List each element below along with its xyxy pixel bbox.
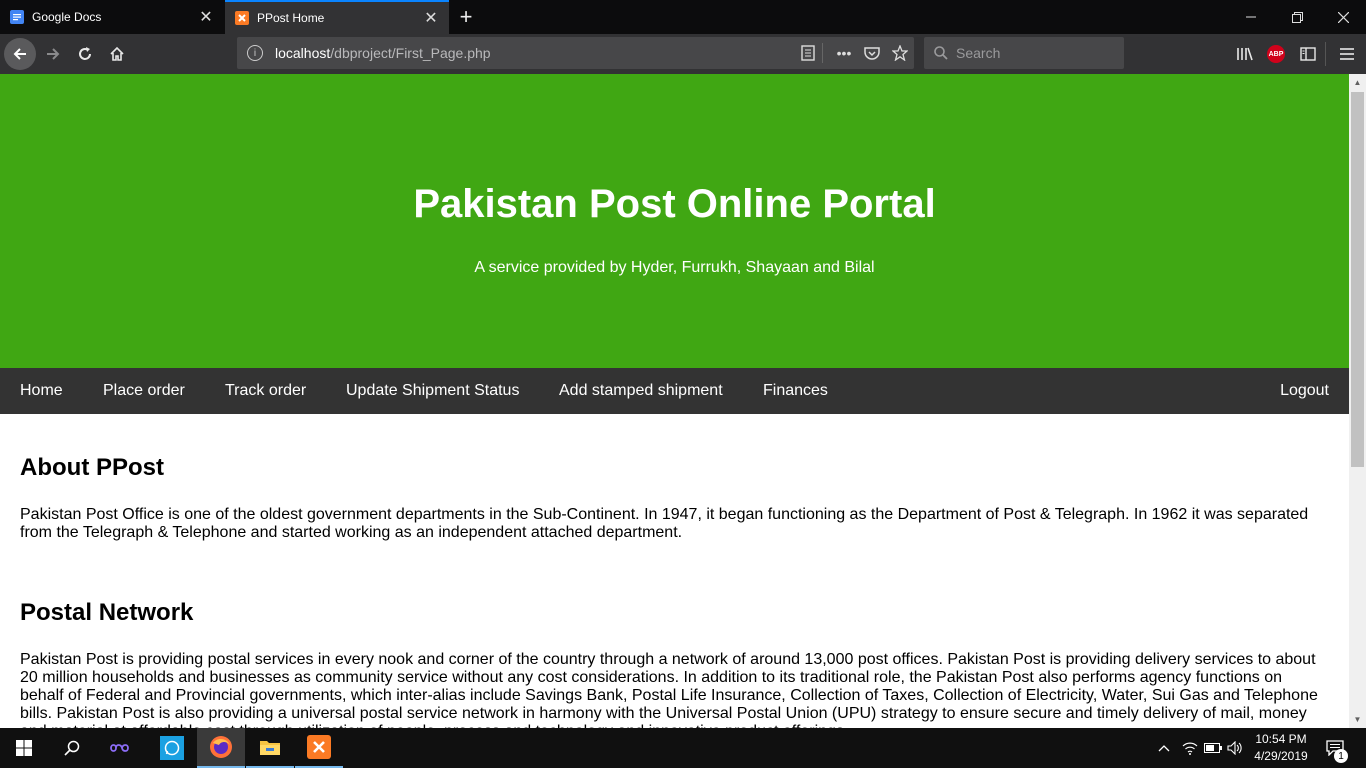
- notification-count-badge: 1: [1334, 749, 1348, 763]
- section-heading: Postal Network: [20, 599, 194, 626]
- reader-view-icon[interactable]: [794, 45, 822, 61]
- battery-icon[interactable]: [1203, 728, 1223, 768]
- action-center-button[interactable]: 1: [1320, 728, 1350, 768]
- search-input[interactable]: Search: [924, 37, 1124, 69]
- site-info-icon[interactable]: i: [247, 45, 263, 61]
- page-viewport: Pakistan Post Online Portal A service pr…: [0, 74, 1349, 728]
- browser-tab-bar: Google Docs ✕ PPost Home ✕ +: [0, 0, 1366, 34]
- clock-date: 4/29/2019: [1254, 749, 1308, 763]
- section-about: About PPost Pakistan Post Office is one …: [20, 454, 1329, 542]
- back-button[interactable]: [4, 38, 36, 70]
- hero-banner: Pakistan Post Online Portal A service pr…: [0, 74, 1349, 368]
- menu-icon[interactable]: [1332, 39, 1362, 69]
- close-window-icon[interactable]: [1320, 0, 1366, 34]
- url-host: localhost: [275, 45, 331, 61]
- section-body: Pakistan Post Office is one of the oldes…: [20, 506, 1309, 541]
- volume-icon[interactable]: [1225, 728, 1245, 768]
- nav-home[interactable]: Home: [20, 368, 63, 414]
- windows-logo-icon: [16, 740, 32, 756]
- nav-track-order[interactable]: Track order: [225, 368, 306, 414]
- section-body: Pakistan Post is providing postal servic…: [20, 651, 1318, 728]
- url-text: localhost/dbproject/First_Page.php: [275, 45, 491, 61]
- page-subtitle: A service provided by Hyder, Furrukh, Sh…: [474, 259, 875, 276]
- taskbar-clock[interactable]: 10:54 PM 4/29/2019: [1246, 731, 1316, 765]
- scroll-up-icon[interactable]: ▲: [1349, 74, 1366, 91]
- taskbar-search-button[interactable]: [48, 728, 96, 768]
- start-button[interactable]: [0, 728, 48, 768]
- tab-ppost-home[interactable]: PPost Home ✕: [225, 0, 449, 34]
- url-divider: [822, 43, 830, 63]
- site-nav: Home Place order Track order Update Ship…: [0, 368, 1349, 414]
- nav-update-shipment-status[interactable]: Update Shipment Status: [346, 368, 519, 414]
- minimize-icon[interactable]: [1228, 0, 1274, 34]
- scrollbar-thumb[interactable]: [1351, 92, 1364, 467]
- sidebar-toggle-icon[interactable]: [1293, 39, 1323, 69]
- nav-logout[interactable]: Logout: [1280, 368, 1329, 414]
- xampp-icon: [235, 11, 249, 25]
- adblock-plus-icon[interactable]: ABP: [1261, 39, 1291, 69]
- address-bar[interactable]: i localhost/dbproject/First_Page.php •••: [237, 37, 914, 69]
- search-placeholder: Search: [956, 45, 1001, 61]
- new-tab-button[interactable]: +: [452, 0, 480, 34]
- close-tab-icon[interactable]: ✕: [419, 6, 443, 30]
- forward-button[interactable]: [38, 39, 68, 69]
- library-icon[interactable]: [1230, 39, 1260, 69]
- tab-title: PPost Home: [257, 11, 325, 25]
- home-button[interactable]: [102, 39, 132, 69]
- firefox-taskbar-icon[interactable]: [197, 728, 245, 768]
- nav-place-order[interactable]: Place order: [103, 368, 185, 414]
- nav-add-stamped-shipment[interactable]: Add stamped shipment: [559, 368, 723, 414]
- nav-finances[interactable]: Finances: [763, 368, 828, 414]
- browser-toolbar: i localhost/dbproject/First_Page.php •••…: [0, 34, 1366, 74]
- search-icon: [64, 740, 80, 756]
- pocket-icon[interactable]: [858, 46, 886, 60]
- google-docs-icon: [10, 10, 24, 24]
- task-view-infinity-icon[interactable]: [98, 728, 146, 768]
- windows-taskbar: 10:54 PM 4/29/2019 1: [0, 728, 1366, 768]
- page-actions-icon[interactable]: •••: [830, 45, 858, 61]
- scroll-down-icon[interactable]: ▼: [1349, 711, 1366, 728]
- tab-google-docs[interactable]: Google Docs ✕: [0, 0, 224, 34]
- main-content: About PPost Pakistan Post Office is one …: [0, 414, 1349, 728]
- file-explorer-taskbar-icon[interactable]: [246, 728, 294, 768]
- page-scrollbar[interactable]: ▲ ▼: [1349, 74, 1366, 728]
- restore-icon[interactable]: [1274, 0, 1320, 34]
- section-heading: About PPost: [20, 454, 164, 481]
- wifi-icon[interactable]: [1180, 728, 1200, 768]
- close-tab-icon[interactable]: ✕: [194, 5, 218, 29]
- toolbar-divider: [1325, 42, 1326, 66]
- tab-title: Google Docs: [32, 10, 102, 24]
- bookmark-star-icon[interactable]: [886, 45, 914, 61]
- xampp-taskbar-icon[interactable]: [295, 728, 343, 768]
- section-postal-network: Postal Network Pakistan Post is providin…: [20, 599, 1329, 728]
- whatsapp-taskbar-icon[interactable]: [148, 728, 196, 768]
- clock-time: 10:54 PM: [1255, 732, 1307, 746]
- show-hidden-icons-chevron-icon[interactable]: [1154, 728, 1174, 768]
- reload-button[interactable]: [70, 39, 100, 69]
- url-path: /dbproject/First_Page.php: [330, 45, 491, 61]
- page-title: Pakistan Post Online Portal: [413, 182, 936, 226]
- search-icon: [934, 46, 948, 60]
